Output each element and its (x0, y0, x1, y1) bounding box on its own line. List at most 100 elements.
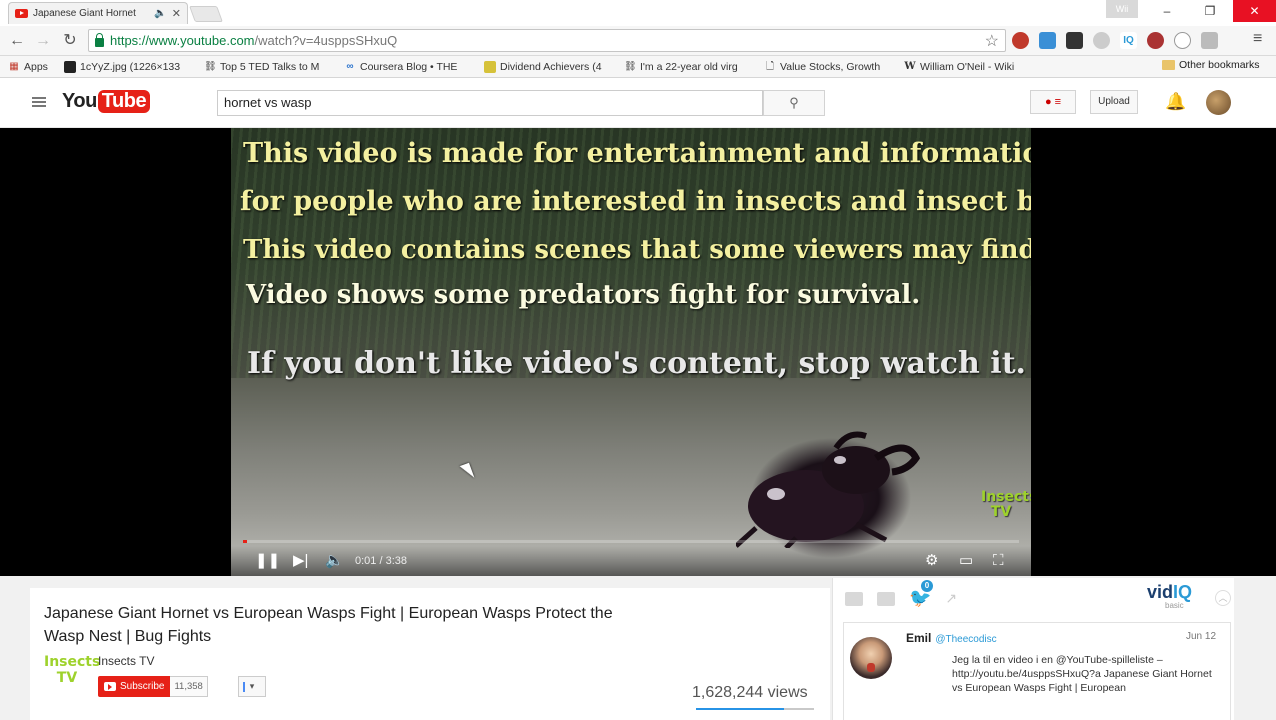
tweet-card[interactable]: Emil @Theecodisc Jun 12 Jeg la til en vid… (843, 622, 1231, 720)
video-caption-line: This video contains scenes that some vie… (243, 235, 1031, 265)
tweet-text: Jeg la til en video i en @YouTube-spille… (952, 654, 1212, 694)
view-count: 1,628,244 views (692, 684, 808, 701)
youtube-masthead: You Tube hornet vs wasp ⚲ ● ≡ Upload 🔔 (0, 78, 1276, 128)
image-bookmark-icon (64, 60, 76, 73)
layers-icon[interactable] (1066, 32, 1083, 49)
pause-icon[interactable]: ❚❚ (255, 550, 280, 572)
clock-icon[interactable] (1174, 32, 1191, 49)
subscribe-button[interactable]: Subscribe 11,358 (98, 676, 208, 697)
bookmark-star-icon[interactable]: ☆ (985, 31, 999, 51)
tweet-date: Jun 12 (1186, 631, 1217, 642)
search-icon: ⚲ (789, 95, 799, 110)
bookmark-item[interactable]: Dividend Achievers (4 (484, 60, 624, 73)
vidiq-tabs: 🐦 0 ↗ (845, 580, 957, 609)
coursera-icon: ∞ (346, 60, 354, 72)
browser-toolbar: ← → ↻ https://www.youtube.com/watch?v=4u… (0, 26, 1276, 56)
extension-k-icon[interactable] (1201, 32, 1218, 49)
page-icon: 🗋 (765, 60, 775, 72)
likes-bar (696, 708, 814, 710)
page-scrollbar[interactable] (1262, 578, 1276, 720)
chrome-menu-icon[interactable]: ≡ (1253, 30, 1262, 48)
vidiq-panel: 🐦 0 ↗ vidIQ basic ︿ Emil @Theecodisc Jun 1… (832, 578, 1234, 720)
theater-mode-icon[interactable]: ▭ (959, 550, 973, 572)
back-arrow-icon[interactable]: ← (6, 30, 28, 52)
bookmark-item[interactable]: 1cYyZ.jpg (1226×133 (64, 60, 204, 73)
forward-arrow-icon[interactable]: → (32, 30, 54, 52)
video-player-area: This video is made for entertainment and… (0, 128, 1276, 576)
next-video-icon[interactable]: ▶| (293, 550, 308, 572)
progress-bar[interactable] (243, 540, 1019, 543)
masthead-extension-button[interactable]: ● ≡ (1030, 90, 1076, 114)
profile-badge[interactable]: Wii (1106, 0, 1138, 18)
video-caption-line: This video is made for entertainment and… (243, 138, 1031, 169)
restore-icon[interactable]: ❐ (1193, 0, 1227, 22)
channel-watermark: Insects TV (981, 489, 1031, 520)
browser-tab-strip: Japanese Giant Hornet 🔈 ✕ Wii – ❐ ✕ (0, 0, 1276, 26)
tab-title: Japanese Giant Hornet (33, 8, 136, 19)
new-tab-button[interactable] (189, 6, 223, 22)
search-input[interactable]: hornet vs wasp (217, 90, 763, 116)
minimize-icon[interactable]: – (1150, 0, 1184, 22)
vidiq-plan-label: basic (1165, 601, 1184, 610)
chevron-up-icon[interactable]: ︿ (1215, 590, 1231, 606)
bookmark-item[interactable]: ∞ Coursera Blog • THE (344, 61, 484, 73)
extension-red-icon[interactable] (1012, 32, 1029, 49)
chart-icon (484, 60, 496, 73)
video-player[interactable]: This video is made for entertainment and… (231, 128, 1031, 576)
bookmark-item[interactable]: 🗋 Value Stocks, Growth (764, 61, 904, 73)
bookmark-item[interactable]: W William O'Neil - Wiki (904, 61, 1044, 73)
settings-gear-icon[interactable]: ⚙ (925, 550, 938, 572)
vidiq-logo: vidIQ (1147, 582, 1193, 602)
extension-blue-icon[interactable] (1039, 32, 1056, 49)
video-caption-line: for people who are interested in insects… (240, 186, 1031, 217)
trend-icon[interactable]: ↗ (945, 590, 957, 607)
fullscreen-icon[interactable]: ⛶ (993, 550, 1004, 572)
tweet-avatar (850, 637, 892, 679)
subscriber-count: 11,358 (170, 676, 208, 697)
extension-gray-icon[interactable] (1093, 32, 1110, 49)
volume-icon[interactable]: 🔈 (325, 550, 344, 572)
video-caption-line: Video shows some predators fight for sur… (246, 280, 921, 310)
speaker-icon[interactable]: 🔈 (154, 8, 166, 19)
progress-fill (243, 540, 247, 543)
twitter-icon[interactable]: 🐦 0 (909, 580, 933, 609)
time-display: 0:01 / 3:38 (355, 555, 407, 567)
vidiq-extension-icon[interactable]: IQ (1120, 32, 1137, 49)
bookmark-apps[interactable]: ▦ Apps (8, 61, 64, 73)
guide-menu-icon[interactable] (32, 97, 46, 107)
address-bar[interactable]: https://www.youtube.com/watch?v=4usppsSH… (88, 29, 1006, 52)
bookmark-item[interactable]: ⛓ Top 5 TED Talks to M (204, 61, 344, 73)
upload-button[interactable]: Upload (1090, 90, 1138, 114)
extension-dark-red-icon[interactable] (1147, 32, 1164, 49)
close-window-icon[interactable]: ✕ (1233, 0, 1276, 22)
video-info-card: Japanese Giant Hornet vs European Wasps … (30, 588, 830, 720)
youtube-favicon-icon (15, 9, 28, 18)
channel-name-link[interactable]: Insects TV (98, 654, 154, 668)
beetle-image (736, 431, 921, 548)
browser-tab-youtube[interactable]: Japanese Giant Hornet 🔈 ✕ (8, 2, 188, 24)
account-avatar[interactable] (1206, 90, 1231, 115)
other-bookmarks[interactable]: Other bookmarks (1162, 59, 1260, 71)
tweet-author: Emil @Theecodisc (906, 631, 997, 645)
video-caption-line: If you don't like video's content, stop … (247, 346, 1027, 381)
folder-icon (1162, 60, 1175, 70)
subscription-options-dropdown[interactable]: ▾ (238, 676, 266, 697)
channel-logo[interactable]: Insects TV (44, 654, 100, 700)
bookmark-item[interactable]: ⛓ I'm a 22-year old virg (624, 61, 764, 73)
apps-icon: ▦ (9, 60, 19, 72)
vidiq-chart-tab-icon[interactable] (877, 591, 895, 606)
bookmarks-bar: ▦ Apps 1cYyZ.jpg (1226×133 ⛓ Top 5 TED T… (0, 56, 1276, 78)
link-icon: ⛓ (624, 60, 637, 72)
player-controls: ❚❚ ▶| 🔈 0:01 / 3:38 ⚙ ▭ ⛶ (231, 546, 1031, 576)
lock-icon (95, 33, 104, 47)
close-tab-icon[interactable]: ✕ (172, 7, 181, 20)
vidiq-grid-tab-icon[interactable] (845, 591, 863, 606)
notification-bell-icon[interactable]: 🔔 (1165, 92, 1186, 112)
search-button[interactable]: ⚲ (763, 90, 825, 116)
extension-icons: IQ (1012, 32, 1218, 49)
reload-icon[interactable]: ↻ (59, 30, 81, 52)
youtube-logo[interactable]: You Tube (62, 90, 151, 113)
youtube-play-icon (104, 682, 116, 691)
twitter-count-badge: 0 (921, 580, 933, 592)
mouse-cursor-icon (459, 462, 475, 482)
